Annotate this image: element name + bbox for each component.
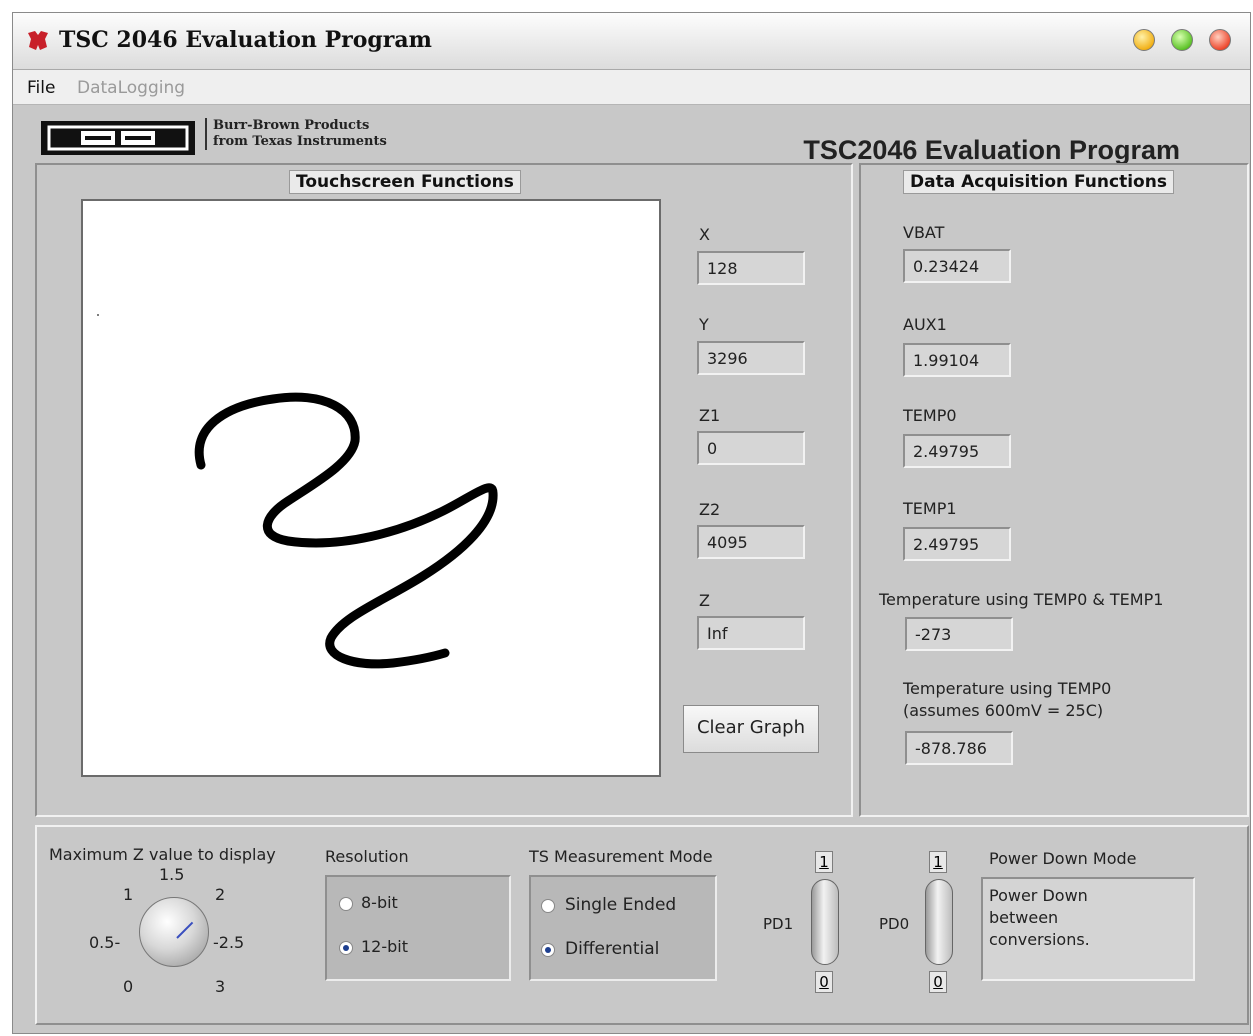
max-z-knob[interactable] [139, 897, 209, 967]
temp1-value: 2.49795 [903, 527, 1011, 561]
temp-both-value: -273 [905, 617, 1013, 651]
menu-file[interactable]: File [27, 78, 55, 98]
program-title: TSC2046 Evaluation Program [803, 135, 1180, 165]
pd0-off-label: 0 [929, 971, 947, 993]
resolution-label: Resolution [325, 847, 409, 866]
knob-tick-1: 1 [123, 885, 134, 904]
z2-label: Z2 [699, 500, 721, 519]
temp0-only-value: -878.786 [905, 731, 1013, 765]
touchscreen-title: Touchscreen Functions [289, 170, 521, 194]
temp0-only-label-1: Temperature using TEMP0 [903, 679, 1112, 698]
z1-label: Z1 [699, 406, 721, 425]
menu-bar: File DataLogging [13, 70, 1250, 105]
temp1-label: TEMP1 [903, 499, 957, 518]
touch-plot[interactable] [81, 199, 661, 777]
ts-mode-label: TS Measurement Mode [529, 847, 713, 866]
brand-line-2: from Texas Instruments [213, 134, 387, 149]
power-down-label: Power Down Mode [989, 849, 1137, 868]
pd0-on-label: 1 [929, 851, 947, 873]
touch-trace [97, 314, 498, 669]
brand-line-1: Burr-Brown Products [213, 118, 370, 133]
pd0-label: PD0 [879, 915, 910, 933]
knob-tick-0-5: 0.5- [89, 933, 121, 952]
clear-graph-button[interactable]: Clear Graph [683, 705, 819, 753]
z-label: Z [699, 591, 710, 610]
ts-single-ended-radio[interactable] [541, 899, 555, 913]
resolution-group: 8-bit 12-bit [325, 875, 511, 981]
y-value: 3296 [697, 341, 805, 375]
y-label: Y [699, 315, 709, 334]
title-bar: TSC 2046 Evaluation Program [13, 13, 1250, 70]
temp0-label: TEMP0 [903, 406, 957, 425]
close-button[interactable] [1209, 29, 1231, 51]
minimize-button[interactable] [1133, 29, 1155, 51]
window-title: TSC 2046 Evaluation Program [59, 27, 432, 53]
bb-logo-icon [41, 121, 195, 155]
x-value: 128 [697, 251, 805, 285]
x-label: X [699, 225, 710, 244]
pd1-on-label: 1 [815, 851, 833, 873]
resolution-8bit-radio[interactable] [339, 897, 353, 911]
knob-pointer [176, 921, 194, 939]
vbat-label: VBAT [903, 223, 945, 242]
ts-mode-group: Single Ended Differential [529, 875, 717, 981]
ts-differential-label: Differential [565, 939, 660, 959]
bb-logo [41, 121, 195, 155]
max-z-label: Maximum Z value to display [49, 845, 276, 864]
z2-value: 4095 [697, 525, 805, 559]
knob-tick-2-5: -2.5 [213, 933, 245, 952]
vbat-value: 0.23424 [903, 249, 1011, 283]
knob-tick-3: 3 [215, 977, 226, 996]
data-acquisition-title: Data Acquisition Functions [903, 170, 1174, 194]
z-value: Inf [697, 616, 805, 650]
brand-text: Burr-Brown Products from Texas Instrumen… [205, 118, 387, 150]
pd0-toggle[interactable] [925, 879, 953, 965]
ts-single-ended-label: Single Ended [565, 895, 677, 915]
resolution-8bit-label: 8-bit [361, 893, 398, 912]
knob-tick-0: 0 [123, 977, 134, 996]
app-window: TSC 2046 Evaluation Program File DataLog… [12, 12, 1251, 1034]
aux1-value: 1.99104 [903, 343, 1011, 377]
knob-tick-1-5: 1.5 [159, 865, 185, 884]
pd1-off-label: 0 [815, 971, 833, 993]
power-down-text: Power Down between conversions. [989, 886, 1090, 949]
pd1-toggle[interactable] [811, 879, 839, 965]
temp0-value: 2.49795 [903, 434, 1011, 468]
power-down-display: Power Down between conversions. [981, 877, 1195, 981]
pd1-label: PD1 [763, 915, 794, 933]
menu-datalogging[interactable]: DataLogging [77, 78, 185, 98]
aux1-label: AUX1 [903, 315, 947, 334]
ts-differential-radio[interactable] [541, 943, 555, 957]
knob-tick-2: 2 [215, 885, 226, 904]
z1-value: 0 [697, 431, 805, 465]
maximize-button[interactable] [1171, 29, 1193, 51]
temp0-only-label-2: (assumes 600mV = 25C) [903, 701, 1104, 720]
resolution-12bit-radio[interactable] [339, 941, 353, 955]
temp-both-label: Temperature using TEMP0 & TEMP1 [879, 590, 1164, 609]
ti-logo-icon [28, 31, 48, 50]
resolution-12bit-label: 12-bit [361, 937, 409, 956]
